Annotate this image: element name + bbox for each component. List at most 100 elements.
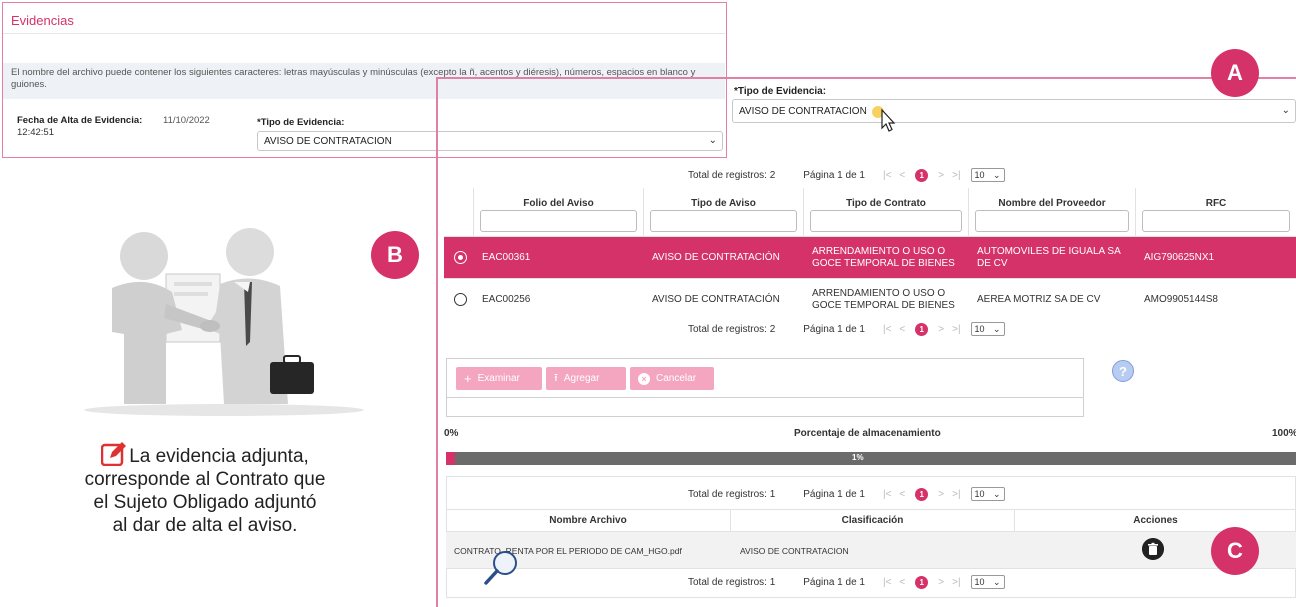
pager-top-files: Total de registros: 1 Página 1 de 1 |< <…	[688, 484, 1005, 504]
folio-cell: EAC00256	[482, 294, 531, 305]
page-size-select[interactable]: 10 ⌄	[970, 168, 1005, 182]
tipo-evidencia-value-zoom: AVISO DE CONTRATACION	[739, 106, 867, 117]
caption-line-2: corresponde al Contrato que	[84, 469, 326, 490]
prev-page-icon[interactable]: <	[899, 324, 905, 335]
tipo-evidencia-label-zoom: *Tipo de Evidencia:	[734, 86, 827, 97]
last-page-icon[interactable]: >|	[952, 324, 960, 335]
tipo-contrato-cell: ARRENDAMIENTO O USO O GOCE TEMPORAL DE B…	[812, 288, 955, 311]
column-header: Acciones	[1015, 509, 1296, 531]
page-size-value: 10	[974, 324, 985, 334]
tipo-contrato-cell: ARRENDAMIENTO O USO O GOCE TEMPORAL DE B…	[812, 246, 955, 269]
agregar-label: Agregar	[563, 373, 600, 384]
first-page-icon[interactable]: |<	[883, 324, 891, 335]
caption-line-1: La evidencia adjunta,	[129, 446, 309, 467]
page-indicator: Página 1 de 1	[803, 169, 865, 181]
chevron-down-icon: ⌄	[993, 323, 1001, 334]
prev-page-icon[interactable]: <	[899, 489, 905, 500]
total-records: Total de registros: 2	[688, 169, 776, 181]
cancelar-button[interactable]: × Cancelar	[630, 367, 714, 390]
last-page-icon[interactable]: >|	[952, 170, 960, 181]
current-page-button[interactable]: 1	[915, 487, 929, 501]
page-size-value: 10	[974, 577, 985, 587]
first-page-icon[interactable]: |<	[883, 170, 891, 181]
folio-cell: EAC00361	[482, 252, 531, 263]
next-page-icon[interactable]: >	[938, 324, 944, 335]
prev-page-icon[interactable]: <	[899, 577, 905, 588]
tipo-evidencia-value: AVISO DE CONTRATACION	[264, 136, 392, 147]
delete-icon[interactable]	[1142, 538, 1164, 560]
mouse-cursor-icon	[872, 106, 896, 132]
table-row[interactable]: EAC00361 AVISO DE CONTRATACIÓN ARRENDAMI…	[444, 236, 1296, 278]
chevron-down-icon: ⌄	[993, 169, 1001, 180]
handshake-illustration	[84, 228, 364, 416]
clasificacion-cell: AVISO DE CONTRATACION	[740, 546, 849, 556]
last-page-icon[interactable]: >|	[952, 577, 960, 588]
chevron-down-icon: ⌄	[1281, 105, 1290, 116]
magnifier-icon	[484, 551, 517, 585]
callout-badge-b: B	[371, 231, 419, 279]
tipo-contrato-filter-input[interactable]	[810, 210, 962, 232]
callout-badge-a: A	[1211, 49, 1259, 97]
current-page-button[interactable]: 1	[915, 322, 929, 336]
help-icon[interactable]: ?	[1112, 360, 1134, 382]
tipo-evidencia-select-zoom[interactable]: AVISO DE CONTRATACION ⌄	[732, 99, 1296, 123]
page-size-select[interactable]: 10 ⌄	[970, 575, 1005, 589]
caption: La evidencia adjunta, corresponde al Con…	[30, 440, 380, 537]
upload-file-list	[446, 397, 1084, 417]
fecha-alta-time: 12:42:51	[17, 127, 54, 138]
row-radio-selected[interactable]	[454, 251, 467, 264]
storage-max-label: 100%	[1272, 428, 1296, 439]
next-page-icon[interactable]: >	[938, 577, 944, 588]
first-page-icon[interactable]: |<	[883, 577, 891, 588]
header-label: RFC	[1205, 198, 1227, 209]
page-indicator: Página 1 de 1	[803, 576, 865, 588]
folio-filter-input[interactable]	[480, 210, 637, 232]
next-page-icon[interactable]: >	[938, 170, 944, 181]
prev-page-icon[interactable]: <	[899, 170, 905, 181]
header-label: Tipo de Aviso	[691, 198, 756, 209]
page-size-select[interactable]: 10 ⌄	[970, 322, 1005, 336]
tipo-aviso-cell: AVISO DE CONTRATACIÓN	[652, 252, 780, 263]
caption-line-4: al dar de alta el aviso.	[112, 515, 298, 536]
table-row[interactable]: EAC00256 AVISO DE CONTRATACIÓN ARRENDAMI…	[444, 278, 1296, 320]
tipo-evidencia-label: *Tipo de Evidencia:	[257, 117, 345, 128]
last-page-icon[interactable]: >|	[952, 489, 960, 500]
header-label: Tipo de Contrato	[846, 198, 926, 209]
cancelar-label: Cancelar	[656, 373, 697, 384]
examinar-button[interactable]: + Examinar	[456, 367, 542, 390]
page-indicator: Página 1 de 1	[803, 488, 865, 500]
plus-icon: +	[464, 371, 472, 386]
chevron-down-icon: ⌄	[993, 576, 1001, 587]
proveedor-filter-input[interactable]	[975, 210, 1129, 232]
storage-progress-bar	[446, 452, 1296, 465]
caption-line-3: el Sujeto Obligado adjuntó	[93, 492, 317, 513]
header-label: Nombre del Proveedor	[998, 198, 1106, 209]
column-header: Nombre Archivo	[446, 509, 731, 531]
rfc-filter-input[interactable]	[1142, 210, 1290, 232]
cancel-icon: ×	[638, 372, 650, 385]
column-header: Clasificación	[731, 509, 1015, 531]
current-page-button[interactable]: 1	[915, 575, 929, 589]
proveedor-cell: AUTOMOVILES DE IGUALA SA DE CV	[977, 246, 1121, 269]
storage-progress-text: 1%	[852, 453, 864, 462]
page-size-value: 10	[974, 489, 985, 499]
page-indicator: Página 1 de 1	[803, 323, 865, 335]
pager-bottom-files: Total de registros: 1 Página 1 de 1 |< <…	[688, 572, 1005, 592]
rfc-cell: AIG790625NX1	[1144, 252, 1215, 263]
chevron-down-icon: ⌄	[993, 488, 1001, 499]
page-size-select[interactable]: 10 ⌄	[970, 487, 1005, 501]
agregar-button[interactable]: ⭱ Agregar	[546, 367, 626, 390]
storage-label: Porcentaje de almacenamiento	[794, 428, 941, 439]
examinar-label: Examinar	[477, 373, 520, 384]
pager-top: Total de registros: 2 Página 1 de 1 |< <…	[688, 165, 1005, 185]
total-records: Total de registros: 1	[688, 576, 776, 588]
tipo-aviso-filter-input[interactable]	[650, 210, 797, 232]
total-records: Total de registros: 2	[688, 323, 776, 335]
tipo-aviso-cell: AVISO DE CONTRATACIÓN	[652, 294, 780, 305]
row-radio[interactable]	[454, 293, 467, 306]
first-page-icon[interactable]: |<	[883, 489, 891, 500]
next-page-icon[interactable]: >	[938, 489, 944, 500]
callout-badge-c: C	[1211, 527, 1259, 575]
current-page-button[interactable]: 1	[915, 168, 929, 182]
upload-icon: ⭱	[554, 372, 558, 384]
